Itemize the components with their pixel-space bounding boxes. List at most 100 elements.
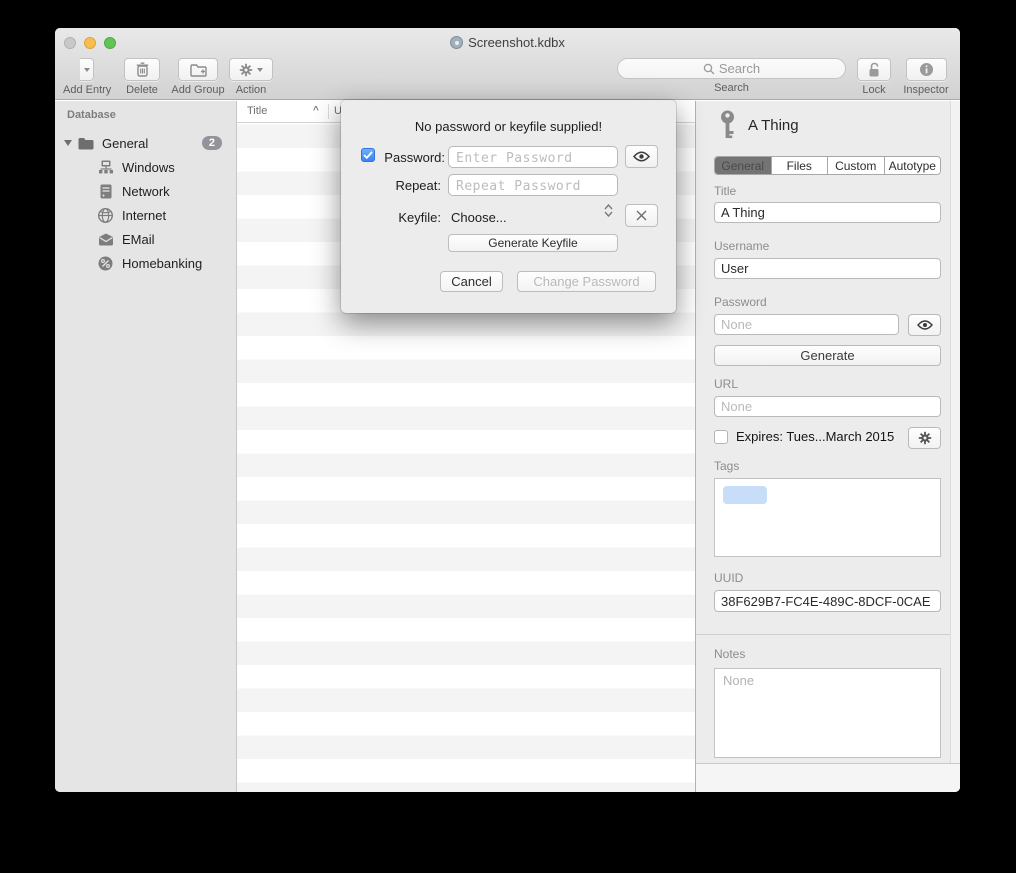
workgroup-icon	[97, 159, 114, 176]
globe-icon	[97, 207, 114, 224]
panel-footer	[696, 763, 960, 792]
add-group-label: Add Group	[171, 84, 224, 96]
sidebar-item-homebanking[interactable]: Homebanking	[55, 251, 236, 275]
dialog-keyfile-label: Keyfile:	[357, 210, 441, 225]
action-tool: Action	[227, 58, 275, 96]
username-field[interactable]	[714, 258, 941, 279]
close-icon	[636, 210, 647, 221]
title-field[interactable]	[714, 202, 941, 223]
change-password-dialog: No password or keyfile supplied! Passwor…	[341, 100, 676, 313]
dialog-repeat-label: Repeat:	[357, 178, 441, 193]
url-label: URL	[714, 377, 738, 391]
change-password-label: Change Password	[533, 274, 639, 289]
action-button[interactable]	[229, 58, 273, 81]
key-icon	[718, 110, 737, 141]
reveal-password-button[interactable]	[908, 314, 941, 336]
search-input[interactable]: Search	[617, 58, 846, 79]
password-field[interactable]	[714, 314, 899, 335]
column-header-title[interactable]: Title	[247, 105, 267, 117]
username-label: Username	[714, 239, 769, 253]
popup-stepper-icon[interactable]	[604, 204, 613, 217]
percent-circle-icon	[97, 255, 114, 272]
clear-keyfile-button[interactable]	[625, 204, 658, 227]
notes-field[interactable]	[714, 668, 941, 758]
sort-ascending-icon: ^	[313, 105, 319, 116]
dialog-password-label: Password:	[361, 150, 445, 165]
sidebar-item-label: Homebanking	[122, 256, 202, 271]
title-label: Title	[714, 184, 736, 198]
lock-label: Lock	[862, 84, 885, 96]
generate-keyfile-label: Generate Keyfile	[488, 236, 577, 250]
divider	[696, 634, 960, 635]
server-icon	[97, 183, 114, 200]
generate-keyfile-button[interactable]: Generate Keyfile	[448, 234, 618, 252]
sidebar-item-internet[interactable]: Internet	[55, 203, 236, 227]
sidebar-item-network[interactable]: Network	[55, 179, 236, 203]
delete-label: Delete	[126, 84, 158, 96]
generate-password-button[interactable]: Generate	[714, 345, 941, 366]
change-password-button[interactable]: Change Password	[517, 271, 656, 292]
inspector-label: Inspector	[903, 84, 948, 96]
password-label: Password	[714, 295, 767, 309]
uuid-label: UUID	[714, 571, 743, 585]
tags-label: Tags	[714, 459, 739, 473]
action-label: Action	[236, 84, 267, 96]
sidebar-item-label: General	[102, 136, 148, 151]
generate-label: Generate	[800, 348, 854, 363]
uuid-field[interactable]	[714, 590, 941, 612]
document-proxy-icon[interactable]	[450, 36, 463, 49]
expires-checkbox[interactable]	[714, 430, 728, 444]
dialog-password-field[interactable]	[448, 146, 618, 168]
tab-files[interactable]: Files	[772, 157, 829, 174]
inspector-button[interactable]	[906, 58, 947, 81]
delete-tool: Delete	[119, 58, 165, 96]
cancel-label: Cancel	[451, 274, 491, 289]
chevron-down-icon	[84, 68, 90, 72]
search-icon	[703, 63, 715, 75]
add-group-button[interactable]	[178, 58, 218, 81]
keyfile-popup-value[interactable]: Choose...	[451, 210, 507, 225]
entry-count-badge: 2	[202, 136, 222, 150]
sidebar-item-email[interactable]: EMail	[55, 227, 236, 251]
delete-button[interactable]	[124, 58, 160, 81]
sidebar-item-general[interactable]: General 2	[55, 131, 236, 155]
add-entry-tool: Add Entry	[63, 58, 111, 96]
gear-icon	[239, 63, 253, 77]
folder-plus-icon	[190, 63, 207, 77]
search-placeholder: Search	[719, 61, 760, 76]
cancel-button[interactable]: Cancel	[440, 271, 503, 292]
add-group-tool: Add Group	[167, 58, 229, 96]
dialog-repeat-field[interactable]	[448, 174, 618, 196]
sidebar-item-label: EMail	[122, 232, 155, 247]
panel-scrollbar[interactable]	[950, 101, 960, 763]
tab-autotype[interactable]: Autotype	[885, 157, 941, 174]
notes-label: Notes	[714, 647, 745, 661]
entry-title: A Thing	[748, 117, 799, 134]
search-label: Search	[714, 82, 749, 94]
disclosure-triangle-icon[interactable]	[64, 140, 72, 146]
sidebar-item-windows[interactable]: Windows	[55, 155, 236, 179]
window-title: Screenshot.kdbx	[468, 35, 565, 50]
expires-settings-button[interactable]	[908, 427, 941, 449]
tags-field[interactable]	[714, 478, 941, 557]
url-field[interactable]	[714, 396, 941, 417]
dialog-reveal-password-button[interactable]	[625, 145, 658, 168]
column-divider[interactable]	[328, 104, 329, 119]
tag-pill[interactable]	[723, 486, 767, 504]
tab-custom[interactable]: Custom	[828, 157, 885, 174]
tab-general[interactable]: General	[715, 157, 772, 174]
expires-label: Expires: Tues...March 2015	[736, 429, 894, 444]
window-title-area: Screenshot.kdbx	[55, 35, 960, 50]
search-tool: Search Search	[617, 58, 846, 94]
sidebar-item-label: Internet	[122, 208, 166, 223]
info-icon	[919, 62, 934, 77]
dialog-message: No password or keyfile supplied!	[341, 119, 676, 134]
sidebar-item-label: Network	[122, 184, 170, 199]
lock-button[interactable]	[857, 58, 891, 81]
sidebar-item-label: Windows	[122, 160, 175, 175]
sidebar-header: Database	[67, 109, 116, 121]
expires-row: Expires: Tues...March 2015	[714, 429, 894, 444]
inspector-tabs: General Files Custom Autotype	[714, 156, 941, 175]
chevron-down-icon	[257, 68, 263, 72]
add-entry-dropdown[interactable]	[80, 58, 94, 81]
